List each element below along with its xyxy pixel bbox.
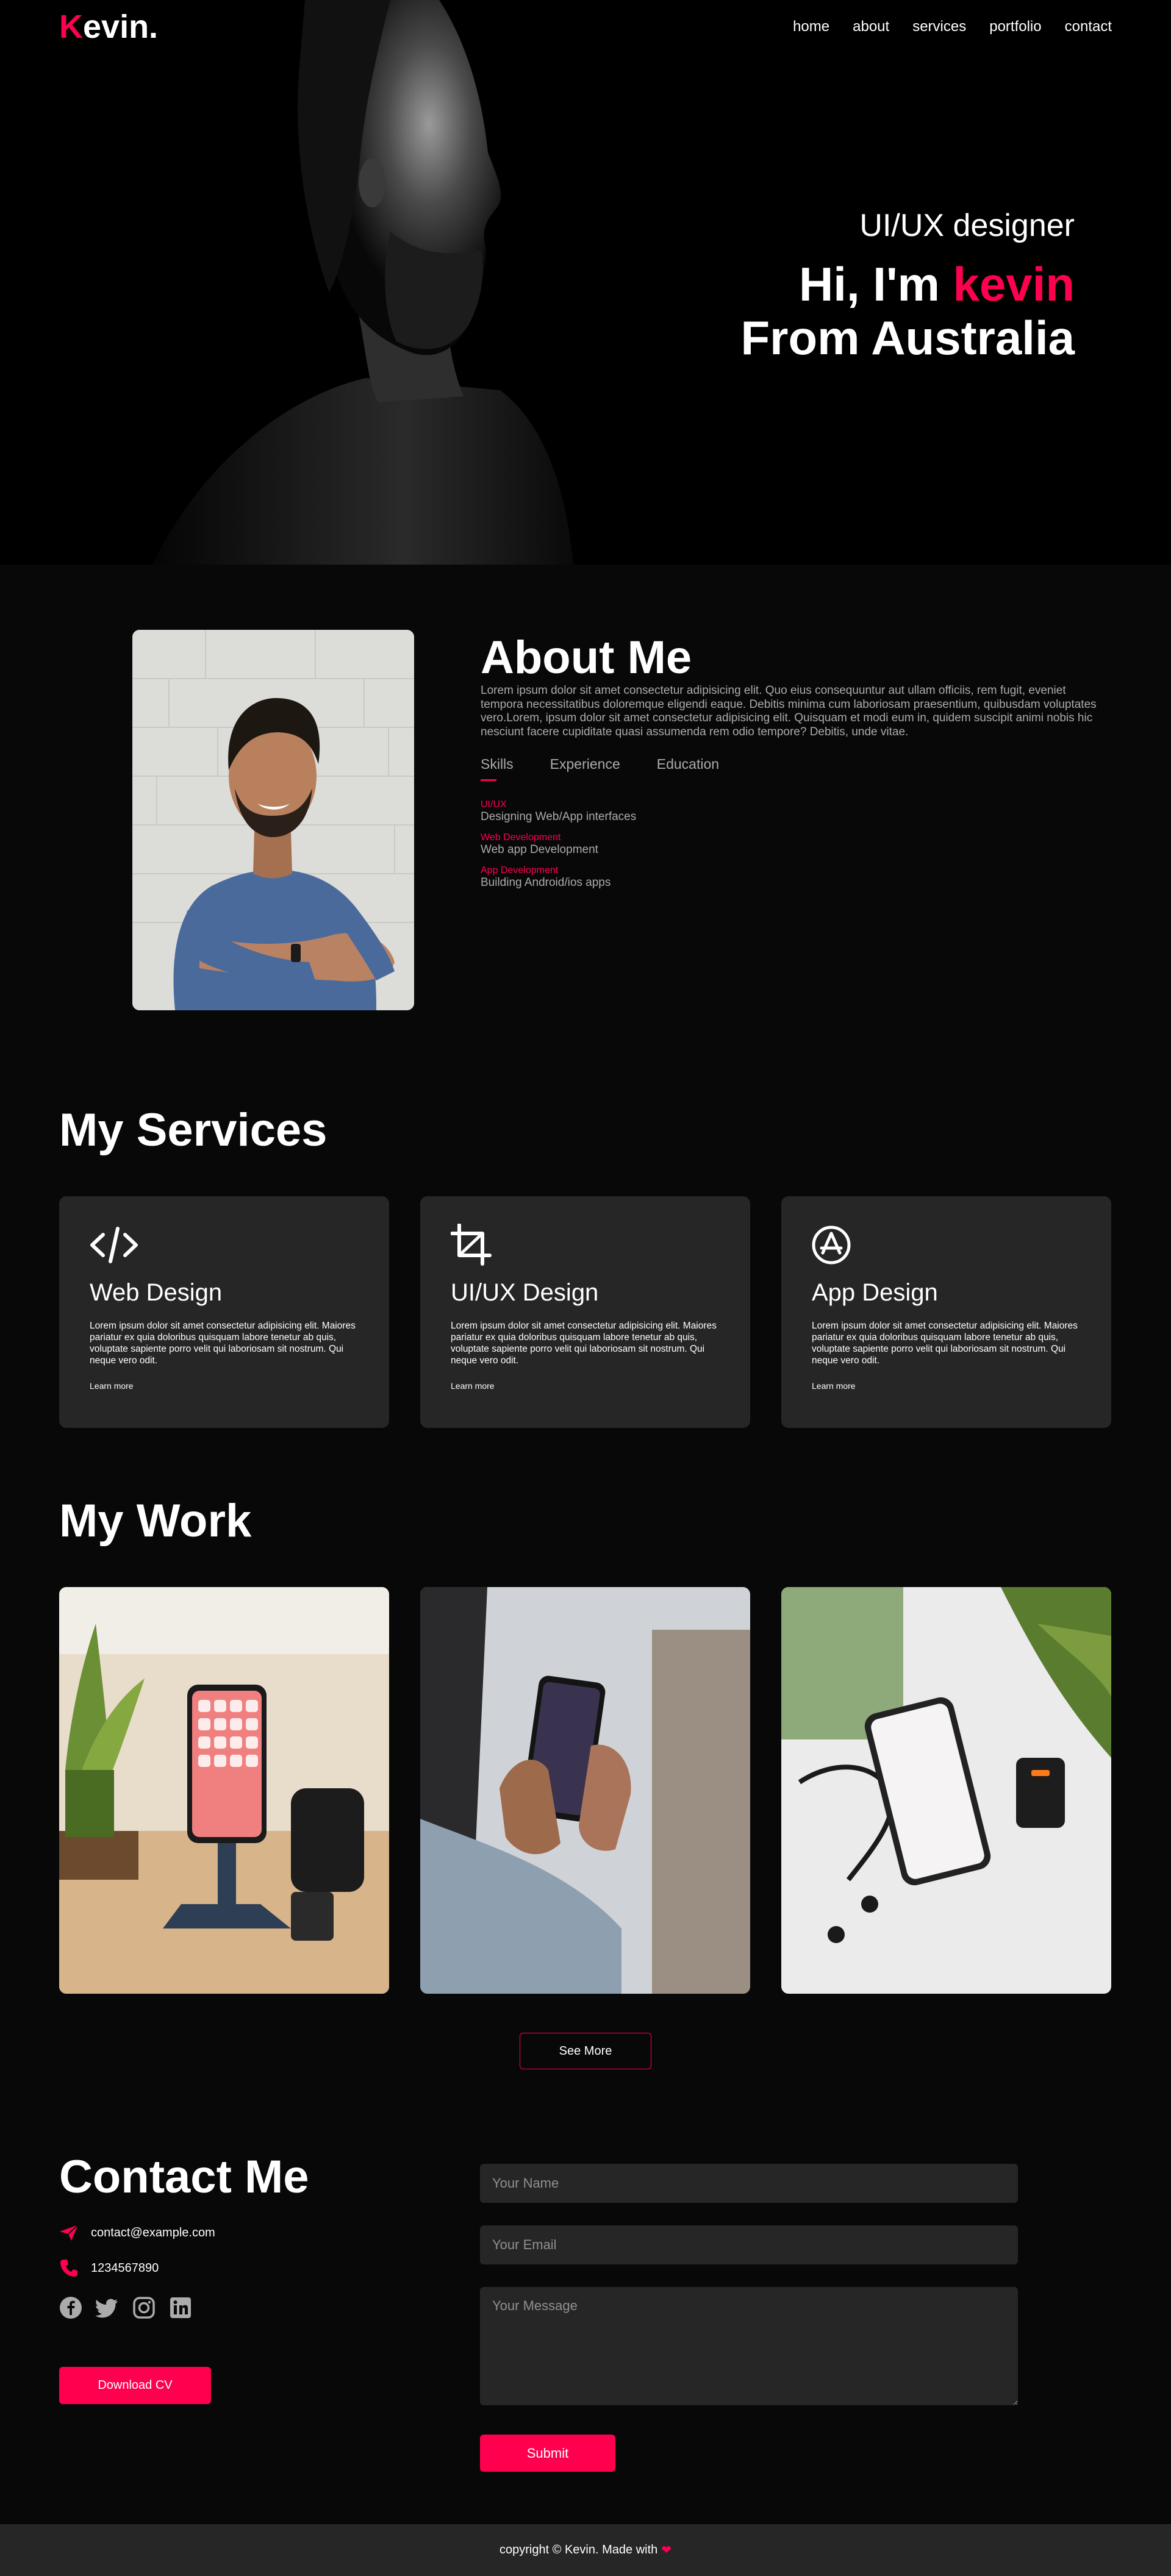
service-description: Lorem ipsum dolor sit amet consectetur a… xyxy=(90,1321,356,1366)
learn-more-link[interactable]: Learn more xyxy=(451,1381,495,1391)
contact-phone[interactable]: 1234567890 xyxy=(91,2261,159,2275)
skill-title: Web Development xyxy=(481,832,561,843)
contact-email-row: contact@example.com xyxy=(59,2224,425,2241)
nav-link-contact[interactable]: contact xyxy=(1065,18,1112,35)
work-list xyxy=(59,1587,1112,1994)
work-item-phone-stand[interactable] xyxy=(59,1587,389,1994)
instagram-icon[interactable] xyxy=(132,2296,156,2319)
nav-links: home about services portfolio contact xyxy=(793,18,1112,35)
list-item: App Development Building Android/ios app… xyxy=(481,865,1100,890)
skill-detail: Building Android/ios apps xyxy=(481,876,611,889)
paper-plane-icon xyxy=(60,2224,79,2241)
skill-detail: Web app Development xyxy=(481,843,598,856)
heart-icon: ❤ xyxy=(661,2544,672,2557)
contact-form: Submit xyxy=(480,2164,1018,2472)
phone-icon xyxy=(60,2260,77,2277)
see-more-button[interactable]: See More xyxy=(520,2033,651,2069)
logo[interactable]: Kevin. xyxy=(59,8,158,46)
service-title: UI/UX Design xyxy=(451,1279,599,1306)
navbar: Kevin. home about services portfolio con… xyxy=(59,8,1112,46)
nav-link-about[interactable]: about xyxy=(853,18,889,35)
logo-initial: K xyxy=(59,9,83,45)
skill-title: UI/UX xyxy=(481,799,507,810)
work-image xyxy=(420,1587,750,1994)
footer: copyright © Kevin. Made with ❤ xyxy=(0,2524,1171,2576)
about-description: Lorem ipsum dolor sit amet consectetur a… xyxy=(481,684,1097,738)
download-cv-button[interactable]: Download CV xyxy=(59,2367,211,2404)
hero-section: Kevin. home about services portfolio con… xyxy=(0,0,1171,565)
hero-name: kevin xyxy=(953,257,1075,311)
contact-title: Contact Me xyxy=(59,2151,309,2203)
tab-skills[interactable]: Skills xyxy=(481,756,514,781)
message-field[interactable] xyxy=(480,2287,1018,2405)
contact-section: Contact Me contact@example.com 123456789… xyxy=(59,2151,425,2404)
about-portrait-image xyxy=(132,630,414,1010)
facebook-icon[interactable] xyxy=(59,2296,82,2319)
about-title: About Me xyxy=(481,632,692,683)
service-description: Lorem ipsum dolor sit amet consectetur a… xyxy=(451,1321,717,1366)
work-title: My Work xyxy=(59,1495,252,1547)
contact-email[interactable]: contact@example.com xyxy=(91,2226,215,2240)
service-title: Web Design xyxy=(90,1279,223,1306)
list-item: Web Development Web app Development xyxy=(481,832,1100,857)
tab-education[interactable]: Education xyxy=(657,756,719,781)
service-card-app-design: App Design Lorem ipsum dolor sit amet co… xyxy=(781,1196,1111,1428)
about-tabs: Skills Experience Education xyxy=(481,756,1100,781)
list-item: UI/UX Designing Web/App interfaces xyxy=(481,799,1100,824)
learn-more-link[interactable]: Learn more xyxy=(812,1381,856,1391)
tab-experience[interactable]: Experience xyxy=(550,756,620,781)
work-image xyxy=(781,1587,1111,1994)
hero-text: UI/UX designer Hi, I'm kevin From Austral… xyxy=(740,207,1075,365)
hero-title: Hi, I'm kevin From Australia xyxy=(740,257,1075,365)
app-store-icon xyxy=(812,1226,851,1265)
learn-more-link[interactable]: Learn more xyxy=(90,1381,134,1391)
skill-title: App Development xyxy=(481,865,559,876)
email-field[interactable] xyxy=(480,2225,1018,2264)
social-icons xyxy=(59,2296,425,2319)
service-card-uiux-design: UI/UX Design Lorem ipsum dolor sit amet … xyxy=(420,1196,750,1428)
name-field[interactable] xyxy=(480,2164,1018,2203)
skill-detail: Designing Web/App interfaces xyxy=(481,810,637,823)
services-title: My Services xyxy=(59,1104,328,1156)
service-card-web-design: Web Design Lorem ipsum dolor sit amet co… xyxy=(59,1196,389,1428)
service-description: Lorem ipsum dolor sit amet consectetur a… xyxy=(812,1321,1078,1366)
twitter-icon[interactable] xyxy=(95,2296,119,2319)
nav-link-home[interactable]: home xyxy=(793,18,829,35)
code-icon xyxy=(90,1227,138,1263)
footer-copyright: copyright © Kevin. Made with xyxy=(499,2543,658,2556)
hero-role: UI/UX designer xyxy=(859,208,1075,243)
work-item-phone-hands[interactable] xyxy=(420,1587,750,1994)
about-photo xyxy=(132,630,414,1010)
crop-icon xyxy=(451,1224,492,1266)
hero-from: From Australia xyxy=(740,311,1075,365)
skills-list: UI/UX Designing Web/App interfaces Web D… xyxy=(481,799,1100,890)
nav-link-portfolio[interactable]: portfolio xyxy=(989,18,1041,35)
logo-text: evin. xyxy=(83,9,159,45)
work-image xyxy=(59,1587,389,1994)
service-title: App Design xyxy=(812,1279,938,1306)
about-section: About Me Lorem ipsum dolor sit amet cons… xyxy=(481,632,1100,898)
submit-button[interactable]: Submit xyxy=(480,2435,615,2472)
contact-phone-row: 1234567890 xyxy=(59,2258,425,2278)
hero-greeting: Hi, I'm xyxy=(798,257,953,311)
nav-link-services[interactable]: services xyxy=(912,18,966,35)
services-list: Web Design Lorem ipsum dolor sit amet co… xyxy=(59,1196,1112,1428)
linkedin-icon[interactable] xyxy=(169,2296,192,2319)
work-item-phone-desk[interactable] xyxy=(781,1587,1111,1994)
